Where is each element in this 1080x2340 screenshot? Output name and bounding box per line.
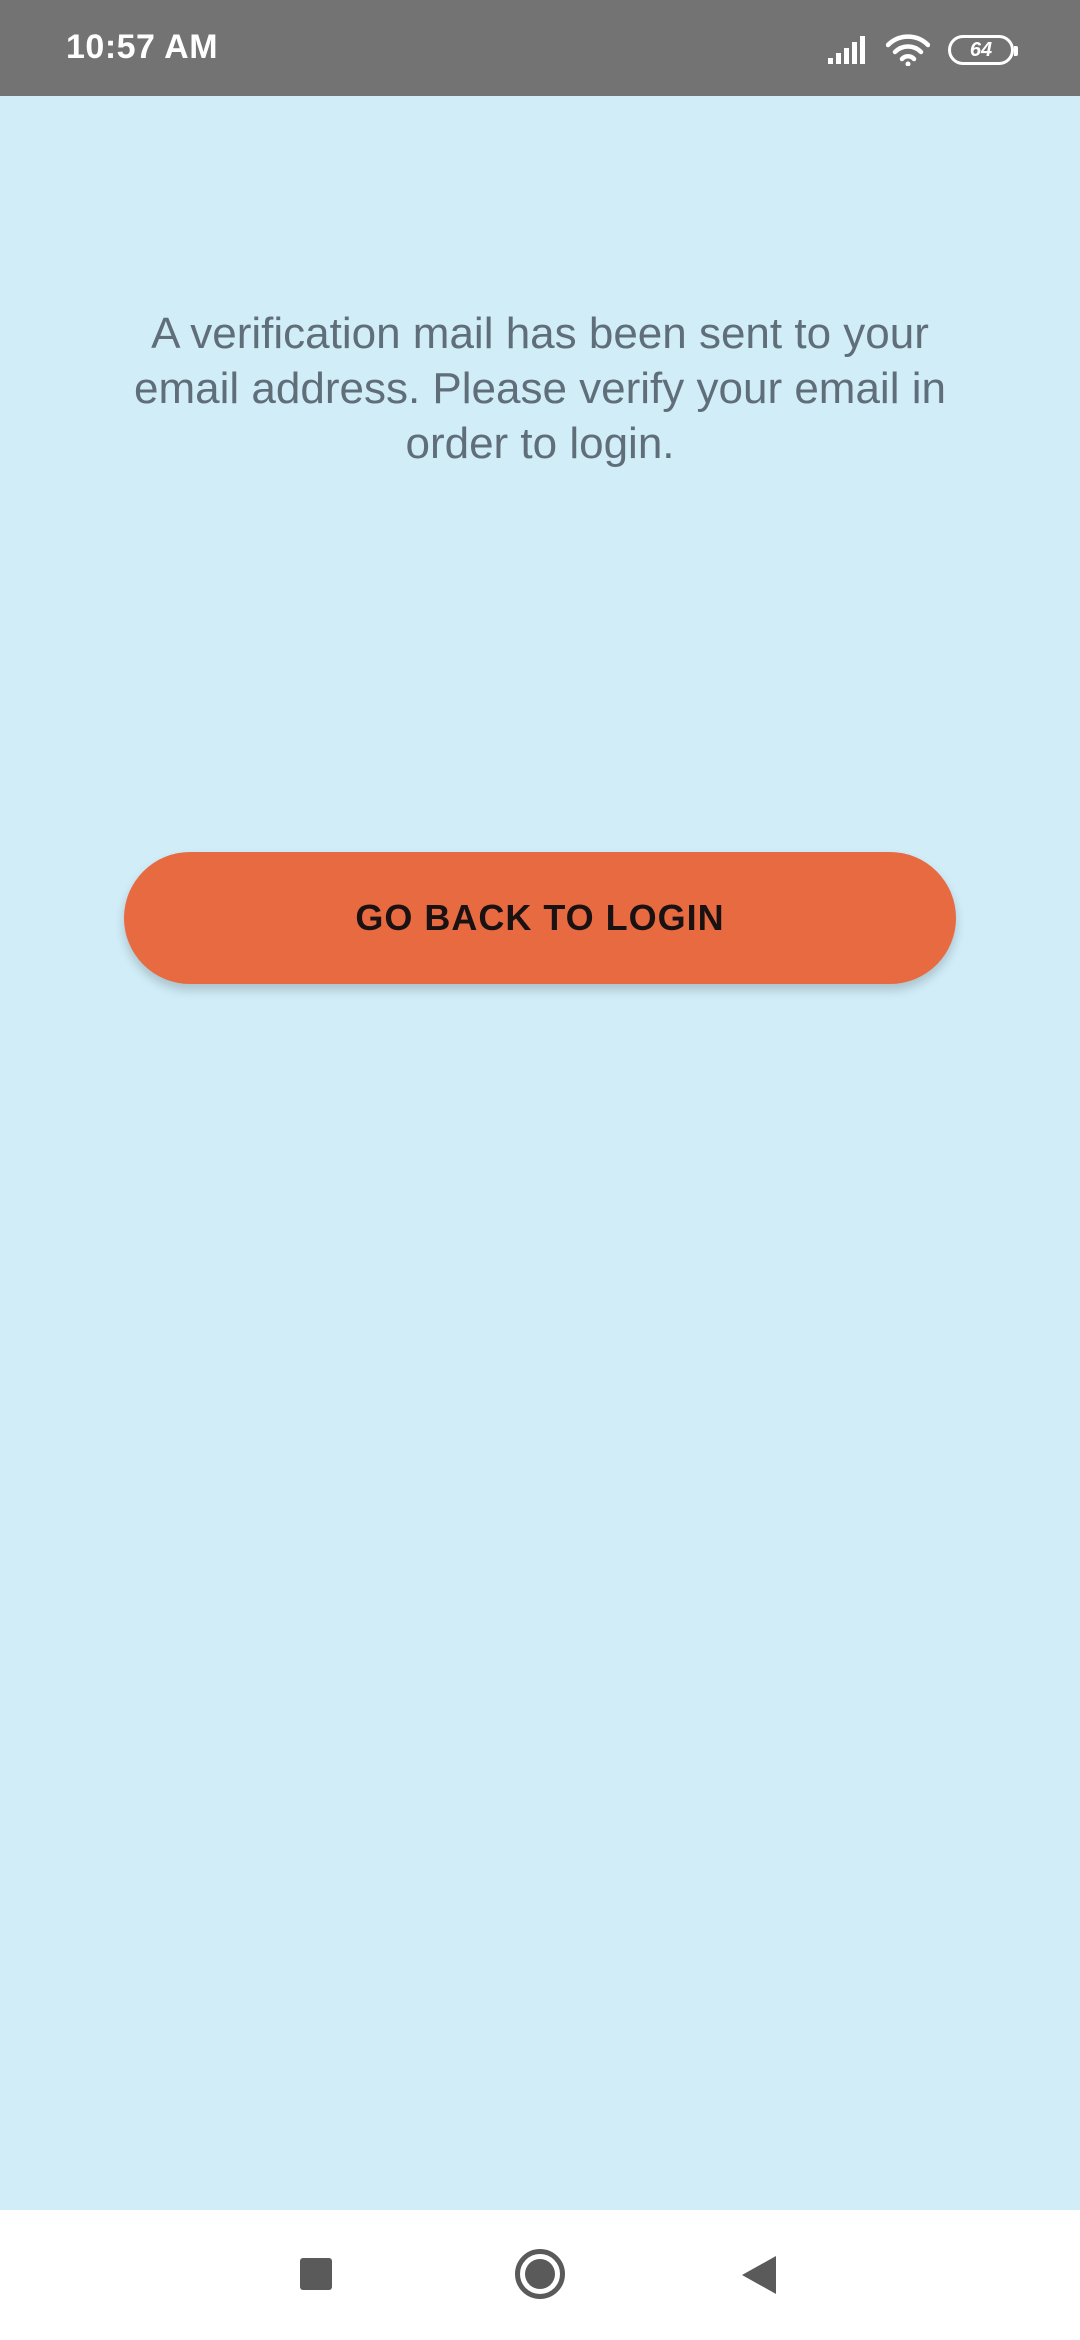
battery-icon: 64	[948, 35, 1018, 65]
verification-screen: 10:57 AM 64 A verification mail has been…	[0, 0, 1080, 2340]
go-back-to-login-button[interactable]: GO BACK TO LOGIN	[124, 852, 956, 984]
navigation-bar	[0, 2210, 1080, 2340]
status-time: 10:57 AM	[66, 28, 219, 66]
status-icons: 64	[828, 28, 1018, 72]
recents-icon[interactable]	[300, 2258, 332, 2290]
verification-message: A verification mail has been sent to you…	[134, 309, 946, 468]
home-icon[interactable]	[515, 2249, 565, 2299]
wifi-icon	[886, 34, 930, 66]
back-icon[interactable]	[742, 2256, 776, 2294]
status-bar: 10:57 AM 64	[0, 0, 1080, 96]
signal-icon	[828, 36, 865, 64]
battery-level: 64	[969, 38, 993, 61]
